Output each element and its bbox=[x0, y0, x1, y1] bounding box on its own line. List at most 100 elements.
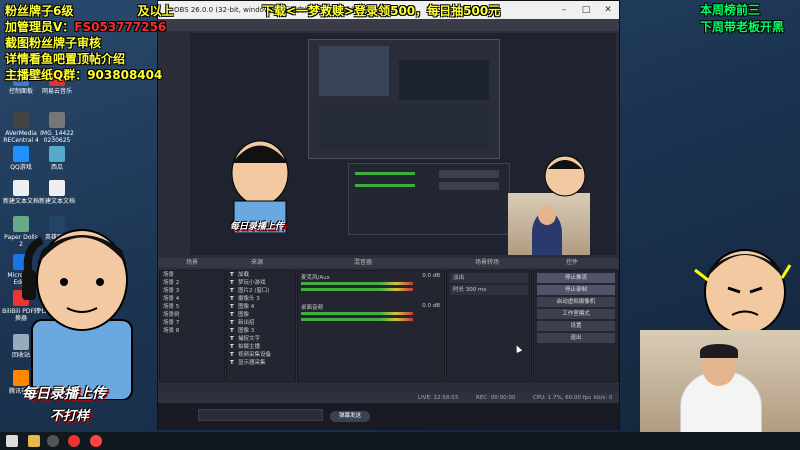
text-source-icon: T bbox=[230, 296, 234, 302]
mixer-channel-name: 麦克风/Aux bbox=[301, 275, 330, 281]
volume-meter bbox=[301, 282, 413, 285]
desktop-icon[interactable]: 西瓜 bbox=[38, 146, 76, 171]
cartoon-face-right bbox=[694, 249, 792, 335]
scene-item[interactable]: 场景 7 bbox=[160, 319, 224, 327]
source-label: 捕捉文字 bbox=[238, 336, 261, 342]
desktop-icon[interactable]: 新建文本文档 bbox=[38, 180, 76, 205]
source-item[interactable]: T 视频采集设备 bbox=[227, 351, 295, 359]
maximize-button[interactable]: □ bbox=[575, 1, 597, 19]
status-live: LIVE: 12:58:03 bbox=[418, 395, 459, 401]
source-label: 拍摄主播 bbox=[238, 344, 261, 350]
scene-item[interactable]: 场景 4 bbox=[160, 295, 224, 303]
danmaku-bar: 弹幕发送 bbox=[158, 403, 619, 430]
mixer-channel: 麦克风/Aux 0.0 dB bbox=[298, 271, 444, 301]
desktop-icon-label: IMG_14422 0230625 bbox=[40, 130, 74, 144]
control-button[interactable]: 停止录制 bbox=[537, 285, 615, 295]
cartoon-streamer-left bbox=[22, 229, 133, 400]
text-source-icon: T bbox=[230, 360, 234, 366]
desktop-icon-label: AVerMedia RECentral 4 bbox=[3, 130, 39, 144]
danmaku-input[interactable] bbox=[198, 409, 323, 421]
app-icon bbox=[13, 146, 29, 162]
mixer-channel: 桌面音频 0.0 dB bbox=[298, 301, 444, 331]
minimize-button[interactable]: – bbox=[553, 1, 575, 19]
text-source-icon: T bbox=[230, 288, 234, 294]
desktop-icon[interactable]: AVerMedia RECentral 4 bbox=[2, 112, 40, 144]
app-taskbar-icon[interactable] bbox=[68, 435, 80, 447]
cartoon-avatar-preview bbox=[231, 140, 289, 233]
desktop-icon-label: 网易云音乐 bbox=[41, 88, 72, 95]
scene-item[interactable]: 场景 8 bbox=[160, 327, 224, 335]
taskbar bbox=[0, 432, 800, 450]
source-item[interactable]: T 新出招 bbox=[227, 319, 295, 327]
source-item[interactable]: T 捕捉文字 bbox=[227, 335, 295, 343]
transition-duration-field[interactable]: 时长 300 ms bbox=[450, 285, 528, 295]
volume-meter bbox=[301, 312, 413, 315]
app-icon bbox=[13, 112, 29, 128]
overlay-line-4: 详情看鱼吧置顶帖介绍 bbox=[5, 52, 126, 66]
text-source-icon: T bbox=[230, 328, 234, 334]
control-button[interactable]: 退出 bbox=[537, 333, 615, 343]
obs-taskbar-icon[interactable] bbox=[47, 435, 59, 447]
preview-webcam bbox=[508, 193, 590, 255]
preview-banner: 每日录播上传 bbox=[230, 222, 285, 232]
obs-preview: 每日录播上传 bbox=[190, 33, 616, 255]
source-item[interactable]: T 摄像头 3 bbox=[227, 295, 295, 303]
transition-type-select[interactable]: 淡出 bbox=[450, 273, 528, 283]
source-item[interactable]: T 加载 bbox=[227, 271, 295, 279]
streamer-webcam bbox=[640, 330, 800, 432]
text-source-icon: T bbox=[230, 312, 234, 318]
text-source-icon: T bbox=[230, 280, 234, 286]
app-icon bbox=[49, 112, 65, 128]
source-item[interactable]: T 图片2 (窗口) bbox=[227, 287, 295, 295]
desktop-icon[interactable]: 新建文本文档 bbox=[2, 180, 40, 205]
source-item[interactable]: T 图像 3 bbox=[227, 327, 295, 335]
volume-slider[interactable] bbox=[301, 288, 413, 291]
file-explorer-icon[interactable] bbox=[28, 435, 40, 447]
transitions-panel: 淡出 时长 300 ms bbox=[446, 270, 532, 382]
source-label: 梦玩小游戏 bbox=[238, 280, 266, 286]
scene-item[interactable]: 场景 bbox=[160, 271, 224, 279]
scene-item[interactable]: 场景树 bbox=[160, 311, 224, 319]
obs-window: OBS 26.0.0 (32-bit, windows) - 配置文件: 未命名… bbox=[157, 0, 620, 430]
source-item[interactable]: T 图像 bbox=[227, 311, 295, 319]
controls-title: 控件 bbox=[566, 259, 579, 266]
left-banner-line2: 不打样 bbox=[50, 409, 90, 424]
desktop-icon[interactable]: QQ游戏 bbox=[2, 146, 40, 171]
douyu-taskbar-icon[interactable] bbox=[90, 435, 102, 447]
obs-menubar bbox=[158, 19, 619, 31]
text-source-icon: T bbox=[230, 272, 234, 278]
text-source-icon: T bbox=[230, 336, 234, 342]
mixer-channel-name: 桌面音频 bbox=[301, 305, 324, 311]
control-button[interactable]: 启动虚拟摄像机 bbox=[537, 297, 615, 307]
mixer-db: 0.0 dB bbox=[422, 303, 440, 309]
control-button[interactable]: 设置 bbox=[537, 321, 615, 331]
transitions-title: 场景转场 bbox=[475, 259, 500, 266]
overlay-line-1: 粉丝牌子6级 及以上 bbox=[5, 4, 174, 18]
status-kbps: kb/s: 0 bbox=[594, 395, 613, 401]
start-icon[interactable] bbox=[6, 435, 18, 447]
volume-slider[interactable] bbox=[301, 318, 413, 321]
desktop-icon-label: QQ游戏 bbox=[10, 164, 32, 171]
control-button[interactable]: 工作室模式 bbox=[537, 309, 615, 319]
text-source-icon: T bbox=[230, 352, 234, 358]
source-item[interactable]: T 图像 4 bbox=[227, 303, 295, 311]
status-cpu: CPU: 1.7%, 60.00 fps bbox=[533, 395, 592, 401]
status-rec: REC: 00:00:00 bbox=[476, 395, 516, 401]
source-item[interactable]: T 拍摄主播 bbox=[227, 343, 295, 351]
scenes-title: 场景 bbox=[186, 259, 199, 266]
app-icon bbox=[49, 180, 65, 196]
source-label: 图像 4 bbox=[238, 304, 255, 310]
control-button[interactable]: 停止推流 bbox=[537, 273, 615, 283]
scene-item[interactable]: 场景 5 bbox=[160, 303, 224, 311]
close-button[interactable]: ✕ bbox=[597, 1, 619, 19]
source-item[interactable]: T 显示器采集 bbox=[227, 359, 295, 367]
source-label: 视频采集设备 bbox=[238, 352, 272, 358]
danmaku-send-button[interactable]: 弹幕发送 bbox=[330, 411, 370, 422]
scene-item[interactable]: 场景 3 bbox=[160, 287, 224, 295]
source-item[interactable]: T 梦玩小游戏 bbox=[227, 279, 295, 287]
desktop-icon[interactable]: IMG_14422 0230625 bbox=[38, 112, 76, 144]
desktop-icon-label: 新建文本文档 bbox=[38, 198, 75, 205]
controls-panel: 停止推流停止录制启动虚拟摄像机 工作室模式设置退出 bbox=[533, 270, 619, 382]
scene-item[interactable]: 场景 2 bbox=[160, 279, 224, 287]
desktop-icon-label: 控制面板 bbox=[8, 88, 33, 95]
